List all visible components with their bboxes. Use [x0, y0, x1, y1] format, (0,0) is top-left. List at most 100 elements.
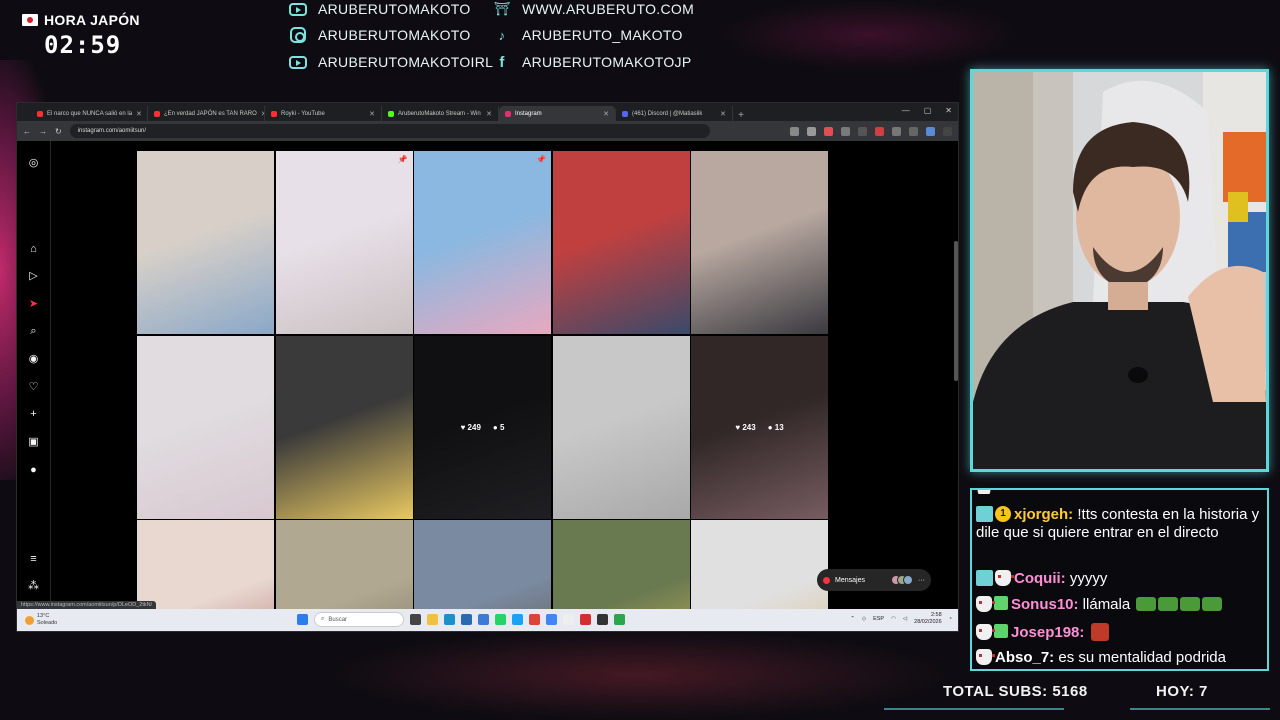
reels-icon[interactable]: ▷ — [27, 269, 40, 282]
chevron-up-icon[interactable]: ⌃ — [850, 616, 855, 622]
close-icon[interactable]: ✕ — [486, 110, 492, 118]
messages-icon[interactable]: ➤ — [27, 297, 40, 310]
maximize-icon[interactable]: ▢ — [924, 106, 932, 115]
app-icon[interactable] — [546, 614, 557, 625]
chat-message: Abso_7: es su mentalidad podrida — [976, 649, 1262, 667]
extension-icon[interactable] — [875, 126, 884, 136]
app-icon[interactable] — [478, 614, 489, 625]
close-icon[interactable]: ✕ — [136, 110, 142, 118]
comments-count: ● 5 — [492, 422, 505, 432]
chrome-icon[interactable] — [529, 614, 540, 625]
profile-avatar[interactable]: ● — [27, 463, 40, 476]
browser-tab-active[interactable]: Instagram ✕ — [499, 106, 616, 121]
reload-icon[interactable]: ↻ — [55, 127, 62, 136]
extension-icon[interactable] — [824, 126, 833, 136]
chat-username[interactable]: Josep198: — [1011, 624, 1084, 641]
lang-indicator[interactable]: ESP — [873, 616, 884, 622]
new-tab-button[interactable]: + — [733, 110, 749, 121]
taskbar-search[interactable]: ⌕ Buscar — [314, 612, 404, 627]
close-icon[interactable]: ✕ — [369, 110, 375, 118]
profile-icon[interactable] — [926, 126, 935, 136]
notepad-icon[interactable] — [563, 614, 574, 625]
mask-badge-icon — [976, 596, 995, 612]
chat-username[interactable]: Abso_7: — [995, 649, 1054, 666]
pinned-icon: 📌 — [397, 155, 408, 164]
tab-title: (461) Discord | @Matiaslik — [632, 110, 703, 117]
whatsapp-icon[interactable] — [495, 614, 506, 625]
browser-tab[interactable]: AruberutoMakoto Stream - Win ✕ — [382, 106, 499, 121]
menu-dots-icon[interactable] — [943, 126, 952, 136]
messages-label: Mensajes — [835, 576, 865, 584]
puzzle-icon[interactable] — [909, 126, 918, 136]
torii-gate-icon: ⛩ — [493, 1, 511, 16]
close-icon[interactable]: ✕ — [603, 110, 609, 118]
post-thumbnail[interactable] — [552, 335, 690, 519]
obs-icon[interactable] — [597, 614, 608, 625]
minimize-icon[interactable]: — — [902, 106, 910, 115]
app-icon[interactable] — [614, 614, 625, 625]
address-bar[interactable]: instagram.com/aomiitsun/ — [69, 124, 710, 138]
post-thumbnail[interactable]: ♥ 243 ● 13 — [691, 335, 828, 519]
notifications-icon[interactable]: ♡ — [27, 380, 40, 393]
weather-widget[interactable]: 13°C Soleado — [25, 613, 57, 627]
back-icon[interactable]: ← — [23, 127, 31, 136]
star-icon[interactable] — [807, 126, 816, 136]
emote-icon — [1158, 597, 1179, 611]
extension-icon[interactable] — [892, 126, 901, 136]
more-menu-icon[interactable]: ≡ — [27, 552, 40, 565]
explore-icon[interactable]: ◉ — [27, 352, 40, 365]
browser-tab[interactable]: Royki - YouTube ✕ — [265, 106, 382, 121]
windows-start-icon[interactable] — [297, 614, 308, 625]
tray-icon[interactable]: ◇ — [862, 616, 866, 622]
notifications-bell-icon[interactable]: ◔ — [949, 616, 952, 622]
decorative-line — [884, 708, 1064, 710]
app-icon[interactable] — [512, 614, 523, 625]
store-icon[interactable] — [461, 614, 472, 625]
more-icon[interactable]: ··· — [918, 577, 925, 584]
taskbar-clock[interactable]: 2:58 28/02/2026 — [914, 612, 942, 626]
sub-badge-icon — [976, 506, 993, 522]
post-thumbnail[interactable] — [552, 151, 690, 334]
close-window-icon[interactable]: ✕ — [945, 106, 952, 115]
social-handle: ARUBERUTOMAKOTOIRL — [318, 54, 494, 70]
home-icon[interactable]: ⌂ — [27, 242, 40, 255]
post-thumbnail[interactable]: 📌 — [275, 151, 413, 334]
cast-icon[interactable] — [790, 126, 799, 136]
youtube-favicon-icon — [271, 110, 277, 117]
post-thumbnail[interactable] — [137, 335, 274, 519]
wifi-icon[interactable]: ◠ — [891, 616, 896, 622]
post-thumbnail[interactable]: 📌 — [414, 151, 551, 334]
browser-tab[interactable]: El narco que NUNCA salió en la ✕ — [31, 106, 148, 121]
browser-tab[interactable]: (461) Discord | @Matiaslik ✕ — [616, 106, 733, 121]
scrollbar-thumb[interactable] — [954, 241, 958, 381]
chat-message: 1 xjorgeh: !tts contesta en la historia … — [976, 506, 1262, 542]
close-icon[interactable]: ✕ — [720, 110, 726, 118]
taskbar-date: 28/02/2026 — [914, 619, 942, 625]
mask-badge-icon — [995, 570, 1014, 586]
volume-icon[interactable]: ◁ — [903, 616, 907, 622]
forward-icon[interactable]: → — [39, 127, 47, 136]
app-icon[interactable] — [580, 614, 591, 625]
post-thumbnail[interactable] — [691, 151, 828, 334]
search-icon[interactable]: ⌕ — [27, 325, 40, 338]
task-view-icon[interactable] — [410, 614, 421, 625]
meta-apps-icon[interactable]: ⁂ — [27, 579, 40, 592]
search-icon: ⌕ — [321, 616, 325, 622]
social-facebook: f ARUBERUTOMAKOTOJP — [492, 54, 692, 71]
chat-username[interactable]: Sonus10: — [1011, 596, 1079, 613]
dashboard-icon[interactable]: ▣ — [27, 435, 40, 448]
file-explorer-icon[interactable] — [427, 614, 438, 625]
chat-username[interactable]: Coquii: — [1014, 570, 1066, 587]
extension-icon[interactable] — [858, 126, 867, 136]
post-thumbnail[interactable]: ♥ 249 ● 5 — [414, 335, 551, 519]
post-thumbnail[interactable] — [275, 335, 413, 519]
messages-button[interactable]: Mensajes ··· — [817, 569, 931, 591]
chat-message: Coquii: yyyyy — [976, 570, 1262, 588]
create-icon[interactable]: + — [27, 407, 40, 420]
post-thumbnail[interactable] — [137, 151, 274, 334]
edge-icon[interactable] — [444, 614, 455, 625]
instagram-logo-icon[interactable]: ◎ — [27, 156, 40, 169]
browser-tab[interactable]: ¿En verdad JAPÓN es TAN RARO ✕ — [148, 106, 265, 121]
extension-icon[interactable] — [841, 126, 850, 136]
chat-username[interactable]: xjorgeh: — [1014, 506, 1073, 523]
